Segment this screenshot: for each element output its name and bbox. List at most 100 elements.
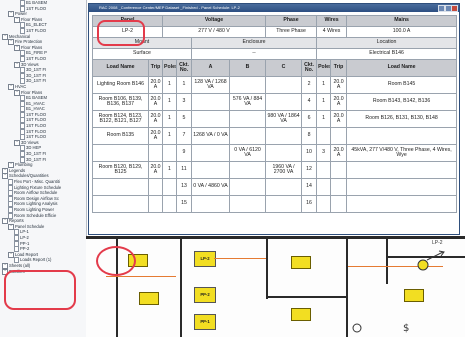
tree-item[interactable]: − Families (0, 268, 86, 275)
cell-trip2[interactable] (330, 178, 348, 196)
light-fixture[interactable] (404, 289, 424, 302)
voltage-value[interactable]: 277 V / 480 V (161, 26, 267, 38)
cell-c[interactable]: 980 VA / 1864 VA (265, 110, 303, 128)
cell-lname[interactable]: Room B120, B129, B125 (92, 161, 149, 179)
cell-c[interactable] (265, 144, 303, 162)
cell-poles2[interactable] (316, 127, 332, 145)
cell-ckt[interactable]: 7 (176, 127, 192, 145)
light-fixture[interactable] (291, 256, 311, 269)
cell-ckt2[interactable]: 16 (301, 195, 318, 213)
cell-ckt2[interactable]: 2 (301, 76, 318, 94)
cell-a[interactable] (191, 93, 230, 111)
cell-poles2[interactable] (316, 178, 332, 196)
cell-ckt2[interactable]: 4 (301, 93, 318, 111)
cell-poles2[interactable]: 1 (316, 93, 332, 111)
cell-ckt[interactable]: 1 (176, 76, 192, 94)
cell-a[interactable]: 0 VA / 4860 VA (191, 178, 230, 196)
cell-lname2[interactable]: Room B145 (346, 76, 458, 94)
cell-a[interactable] (191, 110, 230, 128)
phase-value[interactable]: Three Phase (265, 26, 318, 38)
close-icon[interactable] (451, 5, 458, 12)
light-fixture[interactable] (128, 254, 148, 267)
cell-poles[interactable]: 1 (162, 76, 177, 94)
cell-ckt2[interactable]: 6 (301, 110, 318, 128)
cell-poles[interactable]: 1 (162, 93, 177, 111)
light-fixture[interactable] (139, 292, 159, 305)
cell-ckt2[interactable]: 12 (301, 161, 318, 179)
cell-trip2[interactable]: 20.0 A (330, 144, 348, 162)
cell-trip[interactable] (148, 195, 163, 213)
cell-poles[interactable]: 1 (162, 161, 177, 179)
cell-lname2[interactable]: Room B143, B142, B136 (346, 93, 458, 111)
cell-trip2[interactable] (330, 195, 348, 213)
cell-ckt[interactable]: 11 (176, 161, 192, 179)
cell-poles[interactable] (162, 195, 177, 213)
cell-trip[interactable] (148, 144, 163, 162)
cell-b[interactable] (228, 76, 267, 94)
cell-trip[interactable]: 20.0 A (148, 110, 163, 128)
cell-trip2[interactable]: 20.0 A (330, 110, 348, 128)
cell-ckt[interactable]: 15 (176, 195, 192, 213)
cell-lname[interactable] (92, 144, 149, 162)
cell-b[interactable] (228, 195, 267, 213)
cell-ckt[interactable]: 9 (176, 144, 192, 162)
cell-a[interactable] (191, 144, 230, 162)
cell-poles2[interactable]: 1 (316, 110, 332, 128)
cell-lname2[interactable] (346, 178, 458, 196)
cell-trip[interactable]: 20.0 A (148, 127, 163, 145)
pp1-panel-tag[interactable]: PP-1 (194, 314, 216, 330)
wires-value[interactable]: 4 Wires (316, 26, 348, 38)
cell-poles[interactable]: 1 (162, 110, 177, 128)
cell-b[interactable]: 576 VA / 884 VA (228, 93, 267, 111)
cell-trip[interactable] (148, 178, 163, 196)
light-fixture[interactable] (291, 308, 311, 321)
cell-ckt[interactable]: 5 (176, 110, 192, 128)
cell-trip[interactable]: 20.0 A (148, 93, 163, 111)
cell-b[interactable]: 0 VA / 6120 VA (228, 144, 267, 162)
location-value[interactable]: Electrical B146 (316, 48, 458, 60)
cell-c[interactable] (265, 93, 303, 111)
floor-plan-view[interactable]: LP-2 PP-2 PP-1 LP-2 $ (86, 236, 465, 337)
cell-poles2[interactable]: 3 (316, 144, 332, 162)
cell-ckt2[interactable]: 14 (301, 178, 318, 196)
cell-c[interactable] (265, 127, 303, 145)
cell-poles[interactable]: 1 (162, 127, 177, 145)
cell-c[interactable] (265, 76, 303, 94)
cell-a[interactable]: 1268 VA / 0 VA (191, 127, 230, 145)
cell-poles[interactable] (162, 178, 177, 196)
cell-ckt[interactable]: 13 (176, 178, 192, 196)
cell-poles2[interactable] (316, 195, 332, 213)
cell-lname[interactable]: Lighting Room B146 (92, 76, 149, 94)
mount-value[interactable]: Surface (92, 48, 192, 60)
mains-value[interactable]: 100.0 A (346, 26, 458, 38)
cell-poles2[interactable] (316, 161, 332, 179)
cell-lname[interactable] (92, 195, 149, 213)
cell-lname[interactable]: Room B124, B123, B122, B121, B127 (92, 110, 149, 128)
cell-trip2[interactable]: 20.0 A (330, 76, 348, 94)
cell-poles2[interactable]: 1 (316, 76, 332, 94)
pp2-panel-tag[interactable]: PP-2 (194, 287, 216, 303)
cell-c[interactable] (265, 178, 303, 196)
enclosure-value[interactable]: -- (190, 48, 318, 60)
cell-a[interactable] (191, 195, 230, 213)
cell-lname[interactable]: Room B106, B139, B136, B137 (92, 93, 149, 111)
cell-lname2[interactable] (346, 195, 458, 213)
cell-ckt2[interactable]: 10 (301, 144, 318, 162)
cell-c[interactable] (265, 195, 303, 213)
cell-trip[interactable]: 20.0 A (148, 161, 163, 179)
cell-a[interactable]: 128 VA / 1268 VA (191, 76, 230, 94)
cell-trip2[interactable] (330, 127, 348, 145)
cell-trip2[interactable]: 20.0 A (330, 93, 348, 111)
panel-value[interactable]: LP-2 (92, 26, 163, 38)
cell-ckt[interactable]: 3 (176, 93, 192, 111)
cell-poles[interactable] (162, 144, 177, 162)
cell-b[interactable] (228, 178, 267, 196)
cell-lname2[interactable]: Room B126, B131, B130, B148 (346, 110, 458, 128)
cell-b[interactable] (228, 161, 267, 179)
cell-lname[interactable] (92, 178, 149, 196)
cell-ckt2[interactable]: 8 (301, 127, 318, 145)
cell-lname[interactable]: Room B135 (92, 127, 149, 145)
cell-c[interactable]: 1960 VA / 2700 VA (265, 161, 303, 179)
minimize-icon[interactable] (438, 5, 445, 12)
cell-lname2[interactable]: 45kVA, 277 V/480 V, Three Phase, 4 Wires… (346, 144, 458, 162)
